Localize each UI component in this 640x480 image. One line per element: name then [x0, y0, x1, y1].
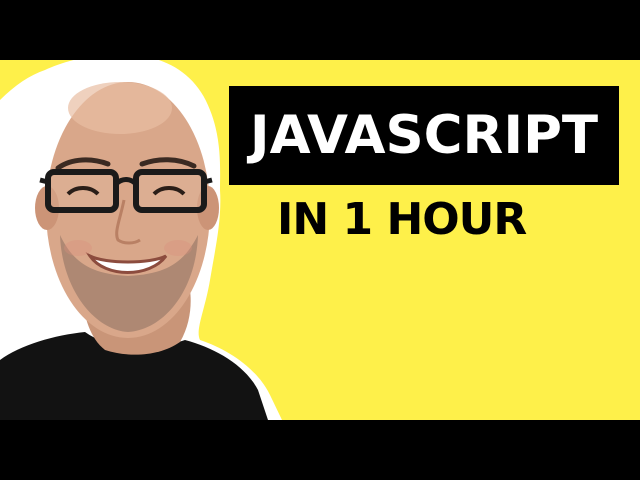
left-cheek	[64, 240, 92, 256]
right-lens	[133, 169, 207, 213]
left-lens	[45, 169, 119, 213]
right-temple	[203, 177, 213, 185]
thumbnail-canvas: JAVASCRIPT IN 1 HOUR	[0, 60, 640, 420]
video-thumbnail-frame: JAVASCRIPT IN 1 HOUR	[0, 0, 640, 480]
scalp-highlight	[68, 82, 172, 134]
left-temple	[39, 177, 49, 185]
title-banner: JAVASCRIPT	[229, 86, 619, 185]
right-cheek	[164, 240, 192, 256]
video-title: JAVASCRIPT	[249, 105, 599, 166]
video-subtitle: IN 1 HOUR	[277, 194, 527, 245]
